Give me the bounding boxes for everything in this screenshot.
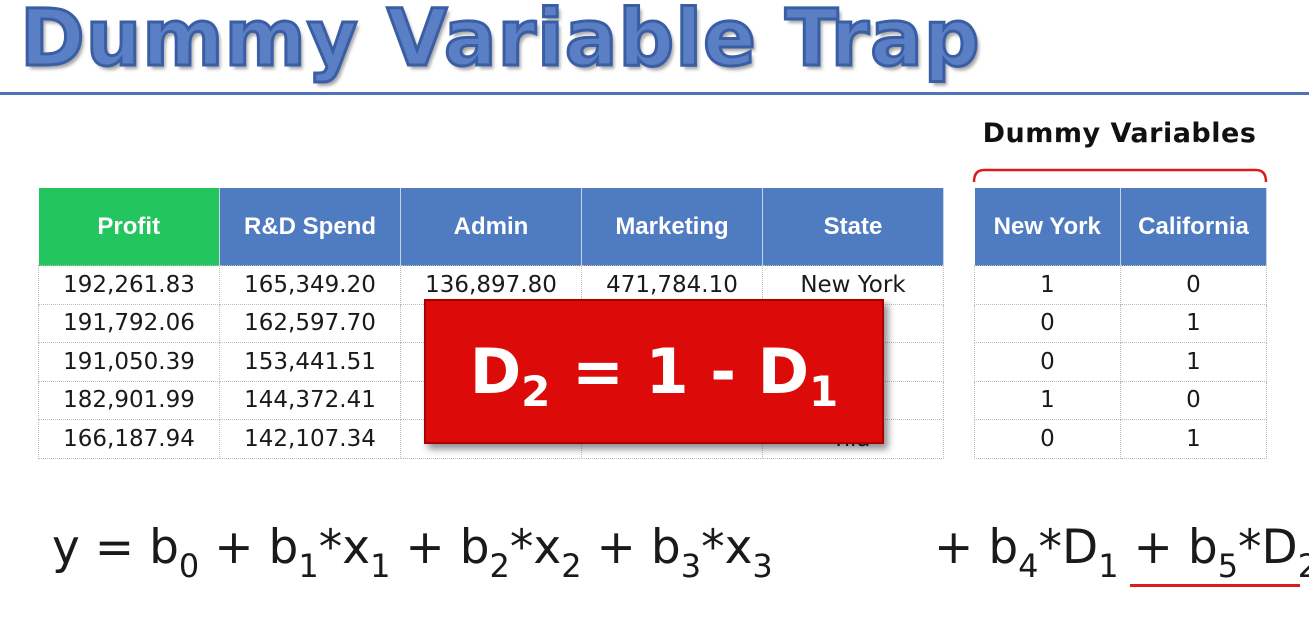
equation-subscript: 3: [752, 547, 773, 585]
formula-middle: = 1 -: [550, 335, 758, 408]
dummy-cell: 1: [1120, 342, 1267, 382]
formula-lhs: D: [469, 335, 522, 408]
equation-term: y = b: [52, 520, 179, 575]
dataset-cell: 162,597.70: [219, 303, 401, 343]
dummy-cell: 1: [974, 265, 1121, 305]
equation-term: + b: [1118, 520, 1218, 575]
equation-subscript: 4: [1018, 547, 1039, 585]
equation-subscript: 1: [370, 547, 391, 585]
dummy-trap-formula-box: D2 = 1 - D1: [424, 299, 884, 444]
regression-equation-right: + b4*D1 + b5*D2: [934, 520, 1309, 585]
header-marketing: Marketing: [581, 188, 763, 266]
equation-subscript: 5: [1217, 547, 1239, 585]
table-row: 10: [974, 380, 1267, 420]
dataset-cell: 191,792.06: [38, 303, 220, 343]
equation-underline: [1130, 584, 1300, 587]
formula-lhs-subscript: 2: [521, 367, 551, 416]
header-california: California: [1120, 188, 1267, 266]
equation-term: *x: [701, 520, 753, 575]
equation-term: + b: [199, 520, 299, 575]
equation-subscript: 2: [489, 547, 510, 585]
equation-term: + b: [390, 520, 490, 575]
dataset-cell: 166,187.94: [38, 419, 220, 459]
equation-subscript: 0: [178, 547, 200, 585]
dummy-cell: 0: [1120, 265, 1267, 305]
equation-subscript: 2: [1297, 547, 1309, 585]
dummy-cell: 0: [974, 303, 1121, 343]
equation-subscript: 3: [680, 547, 702, 585]
dataset-cell: 142,107.34: [219, 419, 401, 459]
regression-equation-left: y = b0 + b1*x1 + b2*x2 + b3*x3: [52, 520, 773, 585]
dummy-cell: 0: [974, 342, 1121, 382]
dataset-cell: 182,901.99: [38, 380, 220, 420]
dataset-cell: 191,050.39: [38, 342, 220, 382]
equation-term: *D: [1238, 520, 1298, 575]
dummy-cell: 1: [974, 380, 1121, 420]
table-row: 01: [974, 419, 1267, 459]
dataset-cell: 153,441.51: [219, 342, 401, 382]
dummy-variables-label: Dummy Variables: [982, 118, 1257, 149]
equation-term: *x: [509, 520, 562, 575]
equation-subscript: 2: [561, 547, 582, 585]
dummy-cell: 1: [1120, 419, 1267, 459]
table-row: 10: [974, 265, 1267, 305]
equation-term: *D: [1038, 520, 1099, 575]
table-row: 01: [974, 342, 1267, 382]
dummy-cell: 0: [974, 419, 1121, 459]
header-new-york: New York: [974, 188, 1121, 266]
equation-subscript: 1: [298, 547, 319, 585]
table-row: 01: [974, 303, 1267, 343]
header-state: State: [762, 188, 944, 266]
dataset-cell: 165,349.20: [219, 265, 401, 305]
header-profit: Profit: [38, 188, 220, 266]
dummy-cell: 0: [1120, 380, 1267, 420]
slide-title: Dummy Variable Trap: [19, 0, 982, 86]
dummy-variables-bracket: [972, 168, 1268, 182]
formula-rhs-subscript: 1: [809, 367, 839, 416]
header-rd-spend: R&D Spend: [219, 188, 401, 266]
equation-subscript: 1: [1098, 547, 1119, 585]
header-admin: Admin: [400, 188, 582, 266]
equation-term: + b: [581, 520, 681, 575]
dummy-variables-table: New York California 1001011001: [974, 188, 1267, 459]
equation-term: *x: [318, 520, 371, 575]
formula-rhs: D: [757, 335, 810, 408]
dummy-cell: 1: [1120, 303, 1267, 343]
dataset-cell: 144,372.41: [219, 380, 401, 420]
dataset-cell: 192,261.83: [38, 265, 220, 305]
equation-term: + b: [934, 520, 1019, 575]
title-divider: [0, 92, 1309, 95]
